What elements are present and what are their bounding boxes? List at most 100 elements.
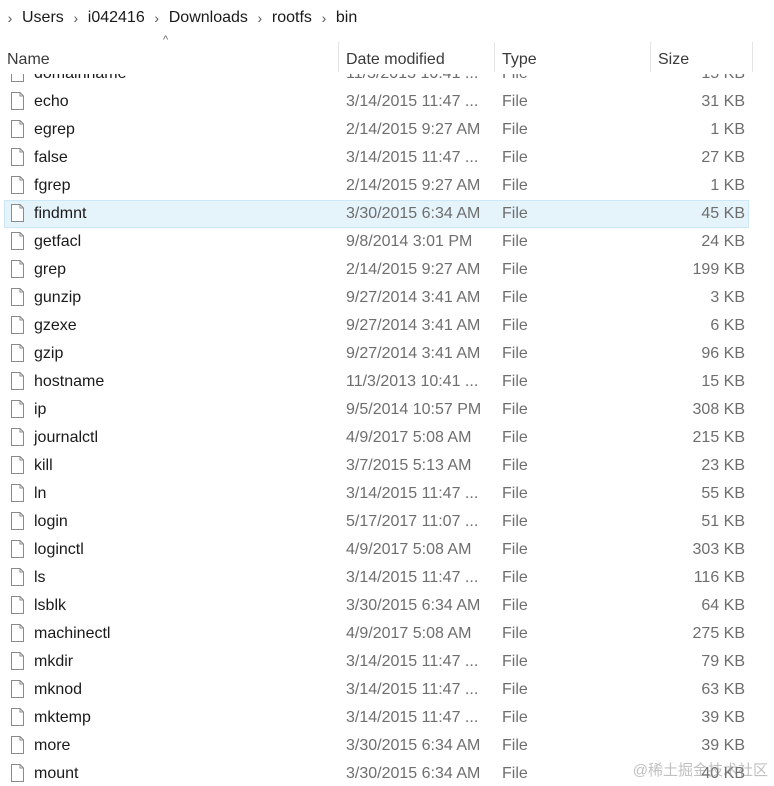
column-divider[interactable] [494,42,495,72]
file-list: domainname 11/3/2013 10:41 ... File 15 K… [0,74,774,786]
file-icon [11,372,24,390]
file-size: 116 KB [693,569,745,586]
file-icon [11,316,24,334]
file-icon [11,456,24,474]
column-divider[interactable] [752,42,753,72]
file-date: 11/3/2013 10:41 ... [346,74,484,88]
column-header-type[interactable]: Type [502,40,537,74]
file-name: login [34,513,68,530]
column-header-date[interactable]: Date modified [346,40,445,74]
file-icon [11,344,24,362]
file-date: 3/30/2015 6:34 AM [346,765,481,782]
file-type: File [502,681,528,698]
file-row[interactable]: mknod 3/14/2015 11:47 ... File 63 KB [0,676,774,704]
sort-ascending-icon: ^ [163,34,169,46]
breadcrumb-item-users[interactable]: Users [20,9,66,27]
chevron-right-icon[interactable]: › [69,10,83,26]
file-row[interactable]: mktemp 3/14/2015 11:47 ... File 39 KB [0,704,774,732]
file-date: 3/14/2015 11:47 ... [346,681,479,698]
file-row[interactable]: machinectl 4/9/2017 5:08 AM File 275 KB [0,620,774,648]
file-row[interactable]: fgrep 2/14/2015 9:27 AM File 1 KB [0,172,774,200]
file-size: 215 KB [692,429,745,446]
file-date: 3/14/2015 11:47 ... [346,653,479,670]
chevron-right-icon[interactable]: › [150,10,164,26]
file-name: domainname [34,74,127,88]
chevron-right-icon[interactable]: › [317,10,331,26]
file-row[interactable]: mkdir 3/14/2015 11:47 ... File 79 KB [0,648,774,676]
file-icon [11,568,24,586]
file-name: gzexe [34,317,77,334]
breadcrumb-item-bin[interactable]: bin [334,9,359,27]
file-date: 9/27/2014 3:41 AM [346,317,481,334]
file-row[interactable]: gzip 9/27/2014 3:41 AM File 96 KB [0,340,774,368]
breadcrumb-item-downloads[interactable]: Downloads [167,9,250,27]
file-name: getfacl [34,233,82,250]
file-row[interactable]: ls 3/14/2015 11:47 ... File 116 KB [0,564,774,592]
file-type: File [502,205,528,222]
file-type: File [502,653,528,670]
file-size: 308 KB [692,401,745,418]
file-type: File [502,625,528,642]
file-size: 199 KB [692,261,745,278]
file-row[interactable]: gunzip 9/27/2014 3:41 AM File 3 KB [0,284,774,312]
file-date: 11/3/2013 10:41 ... [346,373,479,390]
file-size: 39 KB [701,737,745,754]
file-row[interactable]: login 5/17/2017 11:07 ... File 51 KB [0,508,774,536]
column-header-name[interactable]: Name [7,40,50,74]
file-date: 3/14/2015 11:47 ... [346,149,479,166]
file-type: File [502,261,528,278]
file-date: 3/14/2015 11:47 ... [346,93,479,110]
file-row[interactable]: lsblk 3/30/2015 6:34 AM File 64 KB [0,592,774,620]
file-size: 51 KB [701,513,745,530]
file-size: 64 KB [701,597,745,614]
file-row[interactable]: ln 3/14/2015 11:47 ... File 55 KB [0,480,774,508]
file-date: 4/9/2017 5:08 AM [346,429,472,446]
file-icon [11,540,24,558]
chevron-right-icon[interactable]: › [253,10,267,26]
file-row[interactable]: getfacl 9/8/2014 3:01 PM File 24 KB [0,228,774,256]
file-name: more [34,737,71,754]
file-row[interactable]: journalctl 4/9/2017 5:08 AM File 215 KB [0,424,774,452]
chevron-right-icon[interactable]: › [3,10,17,26]
file-icon [11,148,24,166]
file-size: 6 KB [710,317,745,334]
file-name: ln [34,485,47,502]
file-type: File [502,177,528,194]
column-divider[interactable] [650,42,651,72]
breadcrumb-item-rootfs[interactable]: rootfs [270,9,314,27]
file-name: lsblk [34,597,67,614]
breadcrumb-item-user[interactable]: i042416 [86,9,147,27]
file-size: 303 KB [692,541,745,558]
file-size: 55 KB [701,485,745,502]
file-type: File [502,373,528,390]
file-name: gzip [34,345,64,362]
file-name: fgrep [34,177,71,194]
file-row[interactable]: false 3/14/2015 11:47 ... File 27 KB [0,144,774,172]
column-header-size[interactable]: Size [658,40,689,74]
file-row[interactable]: echo 3/14/2015 11:47 ... File 31 KB [0,88,774,116]
file-row[interactable]: gzexe 9/27/2014 3:41 AM File 6 KB [0,312,774,340]
file-size: 63 KB [701,681,745,698]
file-row[interactable]: findmnt 3/30/2015 6:34 AM File 45 KB [0,200,774,228]
file-row[interactable]: grep 2/14/2015 9:27 AM File 199 KB [0,256,774,284]
file-type: File [502,317,528,334]
file-size: 15 KB [701,74,745,88]
file-type: File [502,289,528,306]
file-name: mknod [34,681,83,698]
file-name: egrep [34,121,75,138]
file-row[interactable]: more 3/30/2015 6:34 AM File 39 KB [0,732,774,760]
file-type: File [502,709,528,726]
file-icon [11,232,24,250]
file-date: 9/27/2014 3:41 AM [346,345,481,362]
file-row-partial[interactable]: domainname 11/3/2013 10:41 ... File 15 K… [0,74,774,88]
file-size: 15 KB [701,373,745,390]
file-name: mkdir [34,653,74,670]
column-header-row: ^ Name Date modified Type Size [0,34,774,74]
file-row[interactable]: loginctl 4/9/2017 5:08 AM File 303 KB [0,536,774,564]
file-row[interactable]: hostname 11/3/2013 10:41 ... File 15 KB [0,368,774,396]
column-divider[interactable] [338,42,339,72]
file-row[interactable]: kill 3/7/2015 5:13 AM File 23 KB [0,452,774,480]
file-row[interactable]: egrep 2/14/2015 9:27 AM File 1 KB [0,116,774,144]
file-name: mktemp [34,709,91,726]
file-row[interactable]: ip 9/5/2014 10:57 PM File 308 KB [0,396,774,424]
